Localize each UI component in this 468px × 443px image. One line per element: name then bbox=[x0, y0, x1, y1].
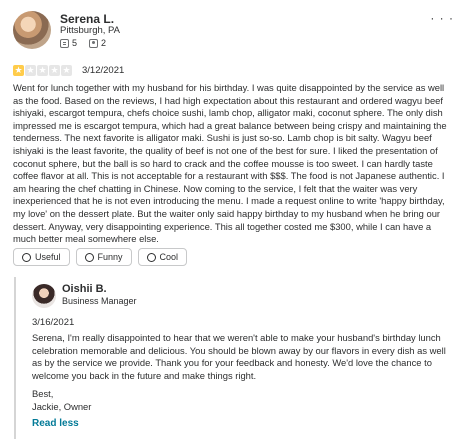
owner-response: Oishii B. Business Manager 3/16/2021 Ser… bbox=[14, 277, 454, 439]
owner-response-date: 3/16/2021 bbox=[32, 317, 75, 328]
cool-label: Cool bbox=[159, 252, 179, 262]
star-empty-icon: ★ bbox=[25, 65, 36, 76]
owner-avatar[interactable] bbox=[32, 284, 56, 308]
star-empty-icon: ★ bbox=[61, 65, 72, 76]
review-count: 5 bbox=[72, 38, 78, 48]
review-card: Serena L. Pittsburgh, PA 5 2 · · · ★ ★ ★ ★ ★… bbox=[0, 0, 468, 443]
reaction-buttons: Useful Funny Cool bbox=[13, 248, 188, 266]
reviewer-avatar[interactable] bbox=[13, 11, 51, 49]
owner-response-text: Serena, I'm really disappointed to hear … bbox=[32, 332, 446, 381]
star-rating: ★ ★ ★ ★ ★ bbox=[13, 65, 72, 76]
reviewer-location: Pittsburgh, PA bbox=[60, 25, 121, 36]
more-options-icon[interactable]: · · · bbox=[430, 12, 454, 24]
review-text: Went for lunch together with my husband … bbox=[13, 82, 447, 245]
review-date: 3/12/2021 bbox=[82, 65, 125, 76]
cool-button[interactable]: Cool bbox=[137, 248, 188, 266]
funny-button[interactable]: Funny bbox=[75, 248, 132, 266]
friend-count-icon bbox=[89, 38, 99, 48]
reviewer-stats: 5 2 bbox=[60, 38, 106, 48]
review-count-icon bbox=[60, 38, 69, 48]
useful-button[interactable]: Useful bbox=[13, 248, 70, 266]
smiley-icon bbox=[84, 252, 94, 262]
read-less-link[interactable]: Read less bbox=[32, 418, 79, 429]
lightbulb-icon bbox=[22, 252, 31, 262]
friend-count: 2 bbox=[101, 38, 107, 48]
funny-label: Funny bbox=[97, 252, 123, 262]
useful-label: Useful bbox=[35, 252, 61, 262]
owner-role: Business Manager bbox=[62, 296, 137, 306]
sunglasses-icon bbox=[146, 252, 156, 262]
owner-signoff: Best, bbox=[32, 388, 54, 399]
star-empty-icon: ★ bbox=[37, 65, 48, 76]
owner-signature: Jackie, Owner bbox=[32, 401, 92, 412]
star-filled-icon: ★ bbox=[13, 65, 24, 76]
owner-name: Oishii B. bbox=[62, 283, 107, 295]
reviewer-name[interactable]: Serena L. bbox=[60, 12, 114, 26]
star-empty-icon: ★ bbox=[49, 65, 60, 76]
